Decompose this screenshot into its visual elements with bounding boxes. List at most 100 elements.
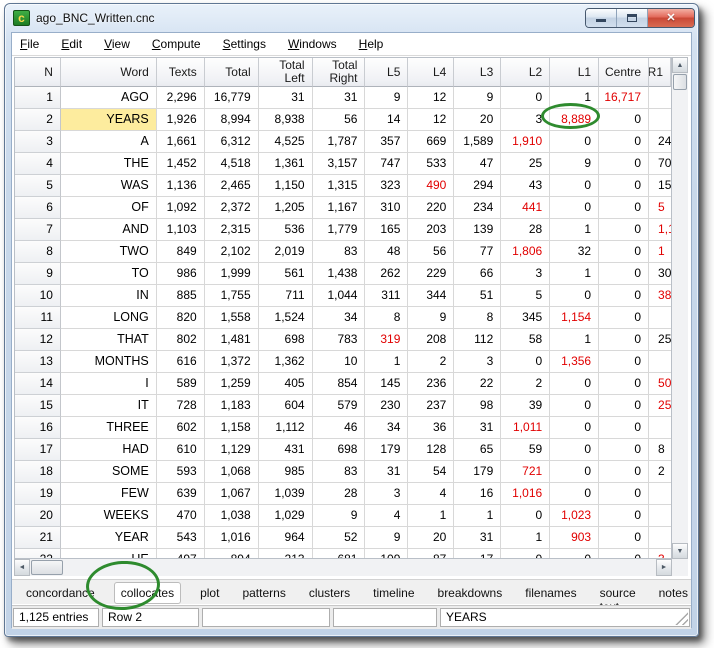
word-cell[interactable]: MONTHS bbox=[61, 351, 157, 373]
cell-centre[interactable]: 0 bbox=[599, 417, 649, 439]
cell-texts[interactable]: 543 bbox=[157, 527, 205, 549]
cell-total-right[interactable]: 1,779 bbox=[313, 219, 366, 241]
cell-r1[interactable] bbox=[649, 483, 671, 505]
cell-l3[interactable]: 294 bbox=[454, 175, 501, 197]
cell-l1[interactable]: 1 bbox=[550, 219, 599, 241]
column-header-total-right[interactable]: Total Right bbox=[313, 58, 366, 87]
row-number[interactable]: 5 bbox=[15, 175, 61, 197]
word-cell[interactable]: TO bbox=[61, 263, 157, 285]
row-number[interactable]: 16 bbox=[15, 417, 61, 439]
cell-total[interactable]: 6,312 bbox=[205, 131, 259, 153]
cell-r1[interactable] bbox=[649, 351, 671, 373]
cell-texts[interactable]: 497 bbox=[157, 549, 205, 559]
cell-l3[interactable]: 17 bbox=[454, 549, 501, 559]
cell-l2[interactable]: 3 bbox=[501, 263, 550, 285]
cell-l3[interactable]: 66 bbox=[454, 263, 501, 285]
cell-l3[interactable]: 47 bbox=[454, 153, 501, 175]
table-row[interactable]: 11LONG8201,5581,524348983451,1540 bbox=[15, 307, 671, 329]
scroll-left-button[interactable]: ◄ bbox=[14, 559, 30, 576]
cell-l1[interactable]: 0 bbox=[550, 285, 599, 307]
menu-view[interactable]: View bbox=[104, 33, 130, 55]
cell-l3[interactable]: 3 bbox=[454, 351, 501, 373]
word-cell[interactable]: AGO bbox=[61, 87, 157, 109]
tab-concordance[interactable]: concordance bbox=[22, 582, 99, 604]
tab-plot[interactable]: plot bbox=[196, 582, 223, 604]
cell-l3[interactable]: 65 bbox=[454, 439, 501, 461]
cell-total-right[interactable]: 1,315 bbox=[313, 175, 366, 197]
row-number[interactable]: 4 bbox=[15, 153, 61, 175]
word-cell[interactable]: I bbox=[61, 373, 157, 395]
tab-notes[interactable]: notes bbox=[655, 582, 692, 604]
cell-total-left[interactable]: 1,150 bbox=[259, 175, 313, 197]
cell-l2[interactable]: 58 bbox=[501, 329, 550, 351]
cell-l5[interactable]: 4 bbox=[365, 505, 408, 527]
column-header-texts[interactable]: Texts bbox=[157, 58, 205, 87]
row-number[interactable]: 17 bbox=[15, 439, 61, 461]
cell-total-left[interactable]: 964 bbox=[259, 527, 313, 549]
table-row[interactable]: 18SOME5931,068985833154179721002 bbox=[15, 461, 671, 483]
word-cell[interactable]: A bbox=[61, 131, 157, 153]
table-row[interactable]: 1AGO2,29616,779313191290116,717 bbox=[15, 87, 671, 109]
cell-r1[interactable]: 24 bbox=[649, 131, 671, 153]
cell-centre[interactable]: 0 bbox=[599, 483, 649, 505]
row-number[interactable]: 8 bbox=[15, 241, 61, 263]
cell-l4[interactable]: 208 bbox=[408, 329, 454, 351]
table-row[interactable]: 4THE1,4524,5181,3613,15774753347259070 bbox=[15, 153, 671, 175]
cell-l1[interactable]: 8,889 bbox=[550, 109, 599, 131]
word-cell[interactable]: HE bbox=[61, 549, 157, 559]
cell-l4[interactable]: 237 bbox=[408, 395, 454, 417]
cell-l3[interactable]: 179 bbox=[454, 461, 501, 483]
menu-help[interactable]: Help bbox=[359, 33, 384, 55]
table-row[interactable]: 15IT7281,18360457923023798390025 bbox=[15, 395, 671, 417]
cell-l1[interactable]: 0 bbox=[550, 175, 599, 197]
cell-l3[interactable]: 8 bbox=[454, 307, 501, 329]
maximize-button[interactable] bbox=[617, 9, 648, 27]
cell-total-left[interactable]: 711 bbox=[259, 285, 313, 307]
cell-total-left[interactable]: 985 bbox=[259, 461, 313, 483]
cell-total-right[interactable]: 854 bbox=[313, 373, 366, 395]
cell-l2[interactable]: 1,806 bbox=[501, 241, 550, 263]
cell-l2[interactable]: 441 bbox=[501, 197, 550, 219]
word-cell[interactable]: FEW bbox=[61, 483, 157, 505]
cell-total-right[interactable]: 83 bbox=[313, 241, 366, 263]
cell-total[interactable]: 1,999 bbox=[205, 263, 259, 285]
cell-l5[interactable]: 9 bbox=[365, 87, 408, 109]
cell-total[interactable]: 1,558 bbox=[205, 307, 259, 329]
cell-l2[interactable]: 1,011 bbox=[501, 417, 550, 439]
cell-total[interactable]: 1,158 bbox=[205, 417, 259, 439]
cell-r1[interactable] bbox=[649, 417, 671, 439]
cell-l1[interactable]: 32 bbox=[550, 241, 599, 263]
row-number[interactable]: 7 bbox=[15, 219, 61, 241]
cell-total-right[interactable]: 46 bbox=[313, 417, 366, 439]
cell-l4[interactable]: 203 bbox=[408, 219, 454, 241]
cell-texts[interactable]: 802 bbox=[157, 329, 205, 351]
cell-total-left[interactable]: 213 bbox=[259, 549, 313, 559]
cell-l1[interactable]: 1 bbox=[550, 263, 599, 285]
title-bar[interactable]: c ago_BNC_Written.cnc ✕ bbox=[5, 4, 698, 32]
cell-r1[interactable]: 3 bbox=[649, 549, 671, 559]
menu-windows[interactable]: Windows bbox=[288, 33, 337, 55]
cell-r1[interactable] bbox=[649, 87, 671, 109]
word-cell-selected[interactable]: YEARS bbox=[61, 109, 157, 131]
cell-r1[interactable]: 50 bbox=[649, 373, 671, 395]
cell-r1[interactable]: 1 bbox=[649, 241, 671, 263]
column-header-l5[interactable]: L5 bbox=[365, 58, 408, 87]
column-header-l2[interactable]: L2 bbox=[501, 58, 550, 87]
cell-l1[interactable]: 0 bbox=[550, 131, 599, 153]
table-row[interactable]: 5WAS1,1362,4651,1501,315323490294430015 bbox=[15, 175, 671, 197]
cell-texts[interactable]: 589 bbox=[157, 373, 205, 395]
cell-texts[interactable]: 639 bbox=[157, 483, 205, 505]
tab-filenames[interactable]: filenames bbox=[521, 582, 580, 604]
cell-l2[interactable]: 0 bbox=[501, 505, 550, 527]
column-header-centre[interactable]: Centre bbox=[599, 58, 649, 87]
cell-texts[interactable]: 470 bbox=[157, 505, 205, 527]
row-number[interactable]: 11 bbox=[15, 307, 61, 329]
cell-centre[interactable]: 0 bbox=[599, 505, 649, 527]
cell-total-right[interactable]: 1,438 bbox=[313, 263, 366, 285]
cell-l5[interactable]: 230 bbox=[365, 395, 408, 417]
cell-total-left[interactable]: 1,205 bbox=[259, 197, 313, 219]
cell-r1[interactable]: 25 bbox=[649, 395, 671, 417]
cell-centre[interactable]: 0 bbox=[599, 527, 649, 549]
table-row[interactable]: 19FEW6391,0671,0392834161,01600 bbox=[15, 483, 671, 505]
menu-file[interactable]: File bbox=[20, 33, 39, 55]
